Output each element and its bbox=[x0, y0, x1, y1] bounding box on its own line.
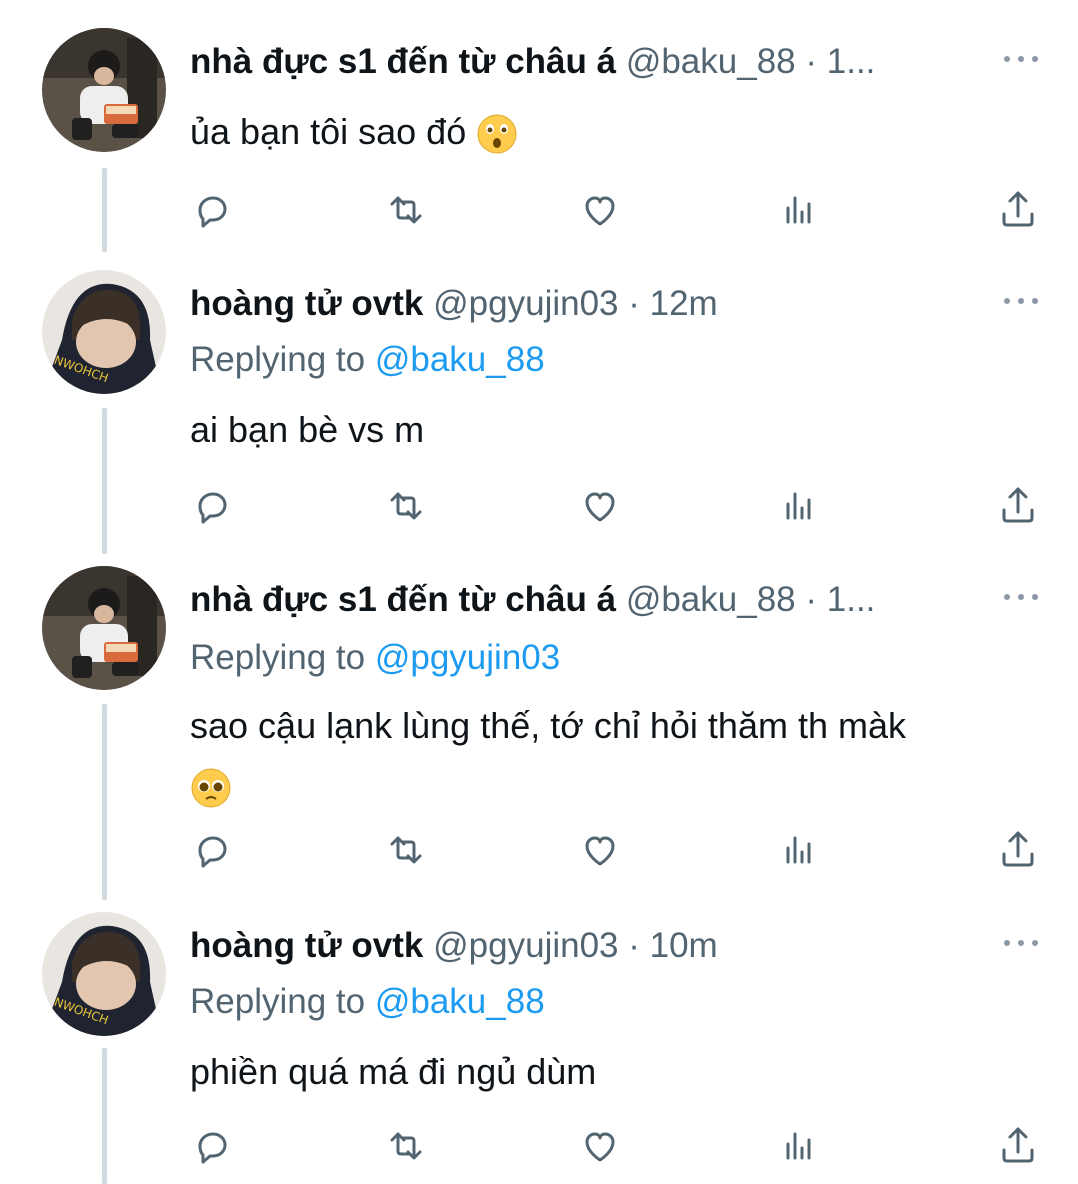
reply-icon[interactable] bbox=[186, 1122, 234, 1170]
analytics-icon[interactable] bbox=[774, 482, 822, 530]
like-icon[interactable] bbox=[576, 1122, 624, 1170]
like-icon[interactable] bbox=[576, 826, 624, 874]
astonished-face-icon bbox=[477, 114, 517, 154]
tweet[interactable]: nhà đực s1 đến từ châu á @baku_88 · 1...… bbox=[0, 566, 1078, 896]
share-icon[interactable] bbox=[994, 186, 1042, 234]
tweet-text-content: phiền quá má đi ngủ dùm bbox=[190, 1051, 597, 1092]
tweet-text-content: ai bạn bè vs m bbox=[190, 409, 425, 450]
reply-icon[interactable] bbox=[186, 826, 234, 874]
tweet[interactable]: NWOHCH hoàng tử ovtk @pgyujin03 · 10m Re… bbox=[0, 912, 1078, 1184]
tweet-text-content: ủa bạn tôi sao đó bbox=[190, 111, 467, 152]
avatar[interactable]: NWOHCH bbox=[42, 912, 166, 1036]
tweet[interactable]: nhà đực s1 đến từ châu á @baku_88 · 1...… bbox=[0, 28, 1078, 258]
share-icon[interactable] bbox=[994, 482, 1042, 530]
display-name[interactable]: nhà đực s1 đến từ châu á bbox=[190, 580, 616, 619]
tweet-header: hoàng tử ovtk @pgyujin03 · 10m bbox=[190, 926, 1018, 966]
replying-to: Replying to @baku_88 bbox=[190, 982, 545, 1022]
timestamp[interactable]: · 1... bbox=[805, 580, 875, 619]
tweet-actions bbox=[190, 186, 1050, 234]
tweet-actions bbox=[190, 826, 1050, 874]
analytics-icon[interactable] bbox=[774, 1122, 822, 1170]
mention-link[interactable]: @baku_88 bbox=[375, 340, 545, 379]
retweet-icon[interactable] bbox=[382, 186, 430, 234]
display-name[interactable]: hoàng tử ovtk bbox=[190, 926, 423, 965]
user-handle[interactable]: @baku_88 bbox=[626, 42, 796, 81]
tweet[interactable]: NWOHCH hoàng tử ovtk @pgyujin03 · 12m Re… bbox=[0, 270, 1078, 550]
tweet-actions bbox=[190, 1122, 1050, 1170]
reply-icon[interactable] bbox=[186, 482, 234, 530]
analytics-icon[interactable] bbox=[774, 186, 822, 234]
share-icon[interactable] bbox=[994, 1122, 1042, 1170]
more-icon[interactable] bbox=[1004, 48, 1040, 68]
tweet-header: nhà đực s1 đến từ châu á @baku_88 · 1... bbox=[190, 42, 1018, 82]
avatar[interactable]: NWOHCH bbox=[42, 270, 166, 394]
replying-label: Replying to bbox=[190, 982, 366, 1021]
replying-to: Replying to @baku_88 bbox=[190, 340, 545, 380]
replying-label: Replying to bbox=[190, 340, 366, 379]
user-handle[interactable]: @pgyujin03 bbox=[433, 284, 618, 323]
display-name[interactable]: hoàng tử ovtk bbox=[190, 284, 423, 323]
replying-label: Replying to bbox=[190, 638, 366, 677]
avatar[interactable] bbox=[42, 566, 166, 690]
tweet-text: ủa bạn tôi sao đó bbox=[190, 102, 1038, 162]
retweet-icon[interactable] bbox=[382, 482, 430, 530]
tweet-header: nhà đực s1 đến từ châu á @baku_88 · 1... bbox=[190, 580, 1018, 620]
share-icon[interactable] bbox=[994, 826, 1042, 874]
timestamp[interactable]: · 1... bbox=[805, 42, 875, 81]
tweet-text: ai bạn bè vs m bbox=[190, 400, 1038, 460]
mention-link[interactable]: @pgyujin03 bbox=[375, 638, 560, 677]
like-icon[interactable] bbox=[576, 482, 624, 530]
reply-icon[interactable] bbox=[186, 186, 234, 234]
tweet-header: hoàng tử ovtk @pgyujin03 · 12m bbox=[190, 284, 1018, 324]
tweet-text: sao cậu lạnk lùng thế, tớ chỉ hỏi thăm t… bbox=[190, 696, 1038, 816]
more-icon[interactable] bbox=[1004, 290, 1040, 310]
pleading-face-icon bbox=[191, 768, 231, 808]
replying-to: Replying to @pgyujin03 bbox=[190, 638, 560, 678]
avatar[interactable] bbox=[42, 28, 166, 152]
like-icon[interactable] bbox=[576, 186, 624, 234]
tweet-text: phiền quá má đi ngủ dùm bbox=[190, 1042, 1038, 1102]
retweet-icon[interactable] bbox=[382, 826, 430, 874]
more-icon[interactable] bbox=[1004, 586, 1040, 606]
user-handle[interactable]: @baku_88 bbox=[626, 580, 796, 619]
analytics-icon[interactable] bbox=[774, 826, 822, 874]
tweet-actions bbox=[190, 482, 1050, 530]
mention-link[interactable]: @baku_88 bbox=[375, 982, 545, 1021]
timestamp[interactable]: · 10m bbox=[628, 926, 717, 965]
more-icon[interactable] bbox=[1004, 932, 1040, 952]
timestamp[interactable]: · 12m bbox=[628, 284, 717, 323]
user-handle[interactable]: @pgyujin03 bbox=[433, 926, 618, 965]
tweet-text-content: sao cậu lạnk lùng thế, tớ chỉ hỏi thăm t… bbox=[190, 705, 906, 746]
display-name[interactable]: nhà đực s1 đến từ châu á bbox=[190, 42, 616, 81]
retweet-icon[interactable] bbox=[382, 1122, 430, 1170]
